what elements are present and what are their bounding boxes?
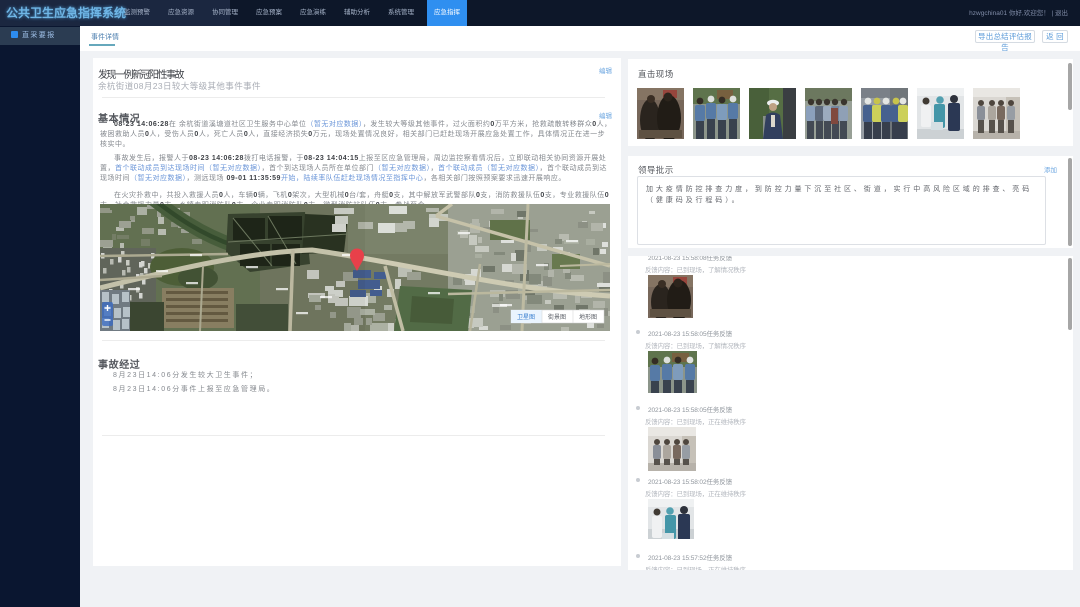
svg-text:卫星图: 卫星图 [517, 314, 535, 321]
svg-text:街景图: 街景图 [548, 313, 566, 321]
svg-text:地形图: 地形图 [579, 313, 597, 321]
